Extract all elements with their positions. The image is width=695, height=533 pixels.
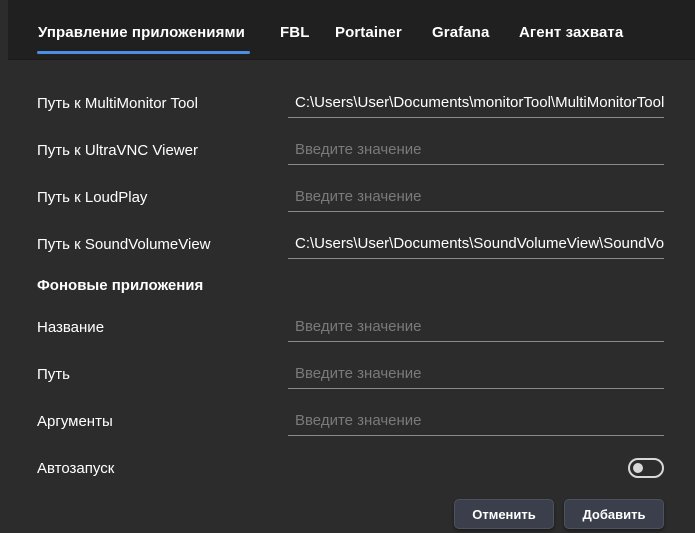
multimonitor-path-field [288,88,664,118]
loudplay-path-label: Путь к LoudPlay [37,189,148,206]
tab-app-management[interactable]: Управление приложениями [38,24,245,41]
soundvolume-path-label: Путь к SoundVolumeView [37,236,211,253]
app-path-label: Путь [37,366,70,383]
app-name-field [288,312,664,342]
app-path-field [288,359,664,389]
loudplay-path-input[interactable] [288,182,664,211]
cancel-button[interactable]: Отменить [454,499,554,529]
multimonitor-path-input[interactable] [288,88,664,117]
tab-fbl[interactable]: FBL [280,24,309,41]
app-name-label: Название [37,319,105,336]
app-args-field [288,406,664,436]
soundvolume-path-field [288,229,664,259]
background-apps-title: Фоновые приложения [37,277,204,294]
autostart-toggle[interactable] [628,458,664,478]
tab-grafana[interactable]: Grafana [432,24,489,41]
add-button[interactable]: Добавить [564,499,664,529]
soundvolume-path-input[interactable] [288,229,664,258]
multimonitor-path-label: Путь к MultiMonitor Tool [37,95,198,112]
ultravnc-path-label: Путь к UltraVNC Viewer [37,142,198,159]
tab-bar: Управление приложениями FBL Portainer Gr… [8,0,695,60]
active-tab-indicator [37,51,250,54]
ultravnc-path-input[interactable] [288,135,664,164]
loudplay-path-field [288,182,664,212]
app-path-input[interactable] [288,359,664,388]
ultravnc-path-field [288,135,664,165]
app-name-input[interactable] [288,312,664,341]
tab-capture-agent[interactable]: Агент захвата [519,24,623,41]
settings-window: Управление приложениями FBL Portainer Gr… [0,0,695,533]
app-args-input[interactable] [288,406,664,435]
tab-portainer[interactable]: Portainer [335,24,402,41]
app-args-label: Аргументы [37,413,113,430]
autostart-label: Автозапуск [37,460,115,477]
toggle-knob [633,463,643,473]
